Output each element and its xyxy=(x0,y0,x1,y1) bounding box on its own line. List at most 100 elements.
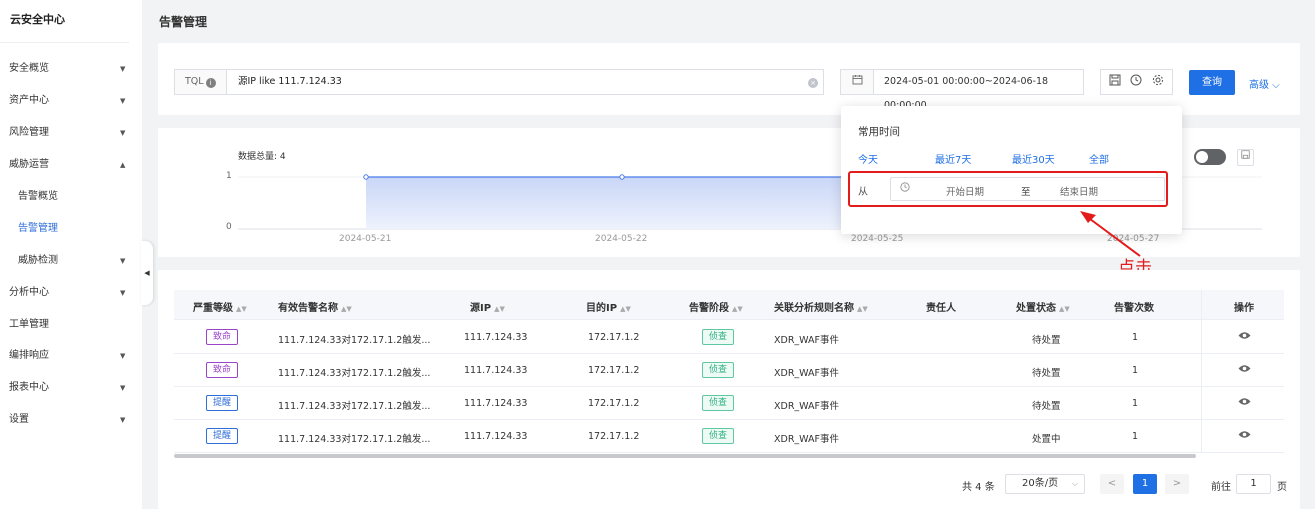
cell-status: 处置中 xyxy=(1032,434,1061,445)
x-tick-label: 2024-05-27 xyxy=(1107,234,1160,244)
table-row[interactable]: 提醒 111.7.124.33对172.17.1.2触发... 111.7.124.… xyxy=(174,387,1284,420)
col-label: 目的IP xyxy=(586,303,618,314)
view-eye-icon[interactable] xyxy=(1238,330,1251,343)
sort-icon[interactable]: ▲▼ xyxy=(494,305,505,313)
quick-all[interactable]: 全部 xyxy=(1089,151,1109,166)
stage-badge: 侦查 xyxy=(702,362,734,378)
cell-name: 111.7.124.33对172.17.1.2触发... xyxy=(278,335,431,346)
cell-rule: XDR_WAF事件 xyxy=(774,401,840,412)
caret-left-icon: ◀ xyxy=(144,269,150,277)
table-row[interactable]: 提醒 111.7.124.33对172.17.1.2触发... 111.7.124.… xyxy=(174,420,1284,453)
popup-title: 常用时间 xyxy=(858,126,900,138)
col-label: 操作 xyxy=(1234,303,1254,314)
col-label: 处置状态 xyxy=(1016,303,1056,314)
sidebar-item-orchestration[interactable]: 编排响应 ▼ xyxy=(0,345,142,367)
data-point[interactable] xyxy=(363,174,369,180)
view-eye-icon[interactable] xyxy=(1238,363,1251,376)
severity-badge: 致命 xyxy=(206,329,238,345)
x-tick-label: 2024-05-21 xyxy=(339,234,392,244)
view-eye-icon[interactable] xyxy=(1238,396,1251,409)
col-dst-ip[interactable]: 目的IP ▲▼ xyxy=(586,299,631,314)
page-1-button[interactable]: 1 xyxy=(1133,474,1157,494)
severity-badge: 提醒 xyxy=(206,395,238,411)
chevron-down-icon: ▼ xyxy=(120,416,126,424)
table-row[interactable]: 致命 111.7.124.33对172.17.1.2触发... 111.7.124.… xyxy=(174,321,1284,354)
col-label: 告警阶段 xyxy=(689,303,729,314)
column-divider xyxy=(1201,290,1202,453)
sidebar-item-settings[interactable]: 设置 ▼ xyxy=(0,409,142,431)
cell-name: 111.7.124.33对172.17.1.2触发... xyxy=(278,434,431,445)
horizontal-scrollbar[interactable] xyxy=(174,454,1196,458)
sort-icon[interactable]: ▲▼ xyxy=(1059,305,1070,313)
chevron-down-icon: ▼ xyxy=(120,289,126,297)
cell-status: 待处置 xyxy=(1032,401,1061,412)
cell-count: 1 xyxy=(1132,365,1139,376)
col-count: 告警次数 xyxy=(1114,299,1154,314)
page-size-value: 20条/页 xyxy=(1022,478,1059,489)
cell-dst: 172.17.1.2 xyxy=(588,365,640,376)
chart-save-icon[interactable] xyxy=(1237,149,1254,166)
sidebar-item-label: 编排响应 xyxy=(9,350,49,361)
pagination-total: 共 4 条 xyxy=(962,482,995,493)
sort-icon[interactable]: ▲▼ xyxy=(857,305,868,313)
col-severity[interactable]: 严重等级 ▲▼ xyxy=(193,299,247,314)
sidebar-item-label: 分析中心 xyxy=(9,287,49,298)
data-point[interactable] xyxy=(619,174,625,180)
col-label: 告警次数 xyxy=(1114,303,1154,314)
quick-last-7-days[interactable]: 最近7天 xyxy=(935,151,971,166)
cell-rule: XDR_WAF事件 xyxy=(774,335,840,346)
goto-label: 前往 xyxy=(1211,482,1231,493)
col-stage[interactable]: 告警阶段 ▲▼ xyxy=(689,299,743,314)
col-src-ip[interactable]: 源IP ▲▼ xyxy=(470,299,505,314)
cell-dst: 172.17.1.2 xyxy=(588,431,640,442)
col-label: 有效告警名称 xyxy=(278,303,338,314)
cell-dst: 172.17.1.2 xyxy=(588,398,640,409)
sort-icon[interactable]: ▲▼ xyxy=(732,305,743,313)
severity-badge: 提醒 xyxy=(206,428,238,444)
quick-last-30-days[interactable]: 最近30天 xyxy=(1012,151,1055,166)
cell-rule: XDR_WAF事件 xyxy=(774,368,840,379)
col-label: 关联分析规则名称 xyxy=(774,303,854,314)
chart-toggle-switch[interactable] xyxy=(1194,149,1226,165)
x-tick-label: 2024-05-22 xyxy=(595,234,648,244)
prev-page-button[interactable]: < xyxy=(1100,474,1124,494)
cell-rule: XDR_WAF事件 xyxy=(774,434,840,445)
col-label: 源IP xyxy=(470,303,492,314)
col-status[interactable]: 处置状态 ▲▼ xyxy=(1016,299,1070,314)
x-tick-label: 2024-05-25 xyxy=(851,234,904,244)
page-label: 页 xyxy=(1277,482,1287,493)
sidebar-item-tickets[interactable]: 工单管理 xyxy=(0,314,142,336)
sort-icon[interactable]: ▲▼ xyxy=(236,305,247,313)
next-page-button[interactable]: > xyxy=(1165,474,1189,494)
sort-icon[interactable]: ▲▼ xyxy=(620,305,631,313)
col-actions: 操作 xyxy=(1234,299,1254,314)
sidebar-item-reports[interactable]: 报表中心 ▼ xyxy=(0,377,142,399)
view-eye-icon[interactable] xyxy=(1238,429,1251,442)
col-label: 严重等级 xyxy=(193,303,233,314)
sidebar-item-analysis[interactable]: 分析中心 ▼ xyxy=(0,282,142,304)
page-size-select[interactable]: 20条/页 ⌵ xyxy=(1005,474,1085,494)
col-label: 责任人 xyxy=(926,303,956,314)
table-header: 严重等级 ▲▼ 有效告警名称 ▲▼ 源IP ▲▼ 目的IP ▲▼ 告警阶段 ▲▼ 关联分析… xyxy=(174,290,1284,320)
col-owner: 责任人 xyxy=(926,299,956,314)
cell-status: 待处置 xyxy=(1032,368,1061,379)
stage-badge: 侦查 xyxy=(702,395,734,411)
highlight-box xyxy=(848,171,1168,207)
cell-src: 111.7.124.33 xyxy=(464,398,528,409)
severity-badge: 致命 xyxy=(206,362,238,378)
quick-today[interactable]: 今天 xyxy=(858,151,878,166)
col-rule-name[interactable]: 关联分析规则名称 ▲▼ xyxy=(774,299,868,314)
table-row[interactable]: 致命 111.7.124.33对172.17.1.2触发... 111.7.124.… xyxy=(174,354,1284,387)
cell-src: 111.7.124.33 xyxy=(464,365,528,376)
cell-src: 111.7.124.33 xyxy=(464,332,528,343)
cell-count: 1 xyxy=(1132,398,1139,409)
cell-name: 111.7.124.33对172.17.1.2触发... xyxy=(278,368,431,379)
sort-icon[interactable]: ▲▼ xyxy=(341,305,352,313)
chevron-down-icon: ⌵ xyxy=(1071,479,1078,488)
goto-page-input[interactable]: 1 xyxy=(1236,474,1271,494)
stage-badge: 侦查 xyxy=(702,329,734,345)
cell-count: 1 xyxy=(1132,431,1139,442)
chevron-down-icon: ▼ xyxy=(120,384,126,392)
sidebar-item-label: 报表中心 xyxy=(9,382,49,393)
col-alert-name[interactable]: 有效告警名称 ▲▼ xyxy=(278,299,352,314)
